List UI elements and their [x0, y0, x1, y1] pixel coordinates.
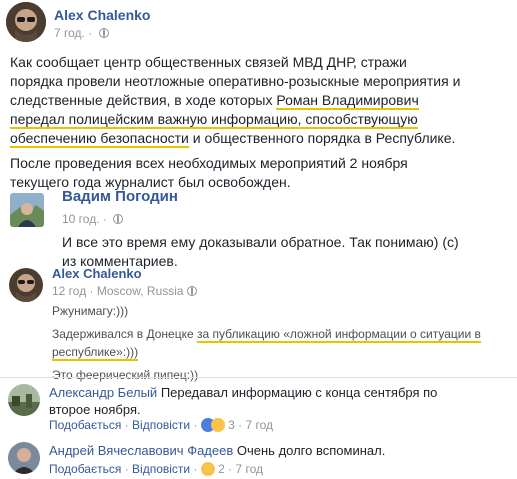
- reply-time[interactable]: 12 год: [52, 284, 86, 298]
- reply-time-row: 12 год · Moscow, Russia: [52, 284, 197, 298]
- post-text-b: и общественного порядка в Республике.: [188, 130, 456, 146]
- profile-photo-icon: [6, 2, 46, 42]
- avatar[interactable]: [9, 268, 43, 302]
- like-link[interactable]: Подобається: [49, 462, 121, 476]
- post-paragraph-2: После проведения всех необходимых меропр…: [10, 155, 408, 190]
- reply-link[interactable]: Відповісти: [132, 462, 190, 476]
- globe-icon: [98, 28, 109, 38]
- profile-photo-icon: [8, 384, 40, 416]
- profile-photo-icon: [8, 442, 40, 474]
- avatar[interactable]: [6, 2, 46, 42]
- globe-icon: [186, 286, 197, 296]
- comment-actions: Подобається · Відповісти · 3 · 7 год: [49, 418, 274, 432]
- reply2-body: Ржунимагу:))) Задерживался в Донецке за …: [52, 302, 492, 384]
- comment-actions: Подобається · Відповісти · 2 · 7 год: [49, 462, 264, 476]
- reply-location: Moscow, Russia: [96, 284, 184, 298]
- reaction-count[interactable]: 3: [228, 418, 235, 432]
- comment-author[interactable]: Александр Белый: [49, 385, 157, 400]
- reply2-line1: Ржунимагу:))): [52, 304, 129, 318]
- comment-author[interactable]: Андрей Вячеславович Фадеев: [49, 443, 233, 458]
- comment-avatar[interactable]: [8, 442, 40, 474]
- haha-reaction-icon[interactable]: [210, 418, 225, 432]
- comment-time[interactable]: 7 год: [236, 462, 264, 476]
- comment-1: Александр Белый Передавал информацию с к…: [49, 384, 479, 418]
- post-author[interactable]: Alex Chalenko: [54, 7, 150, 23]
- profile-photo-icon: [10, 193, 44, 227]
- reply-author[interactable]: Alex Chalenko: [52, 266, 142, 281]
- comment-time[interactable]: 7 год: [246, 418, 274, 432]
- reply-author[interactable]: Вадим Погодин: [62, 188, 178, 205]
- comment-2: Андрей Вячеславович Фадеев Очень долго в…: [49, 442, 479, 459]
- globe-icon: [113, 214, 124, 224]
- reaction-count[interactable]: 2: [218, 462, 225, 476]
- post-paragraph-1: Как сообщает центр общественных связей М…: [10, 53, 462, 148]
- profile-photo-icon: [9, 268, 43, 302]
- reply-link[interactable]: Відповісти: [132, 418, 190, 432]
- reply-time[interactable]: 10 год.: [62, 212, 100, 226]
- reply-time-row: 10 год. ·: [62, 212, 124, 226]
- divider: [0, 377, 517, 378]
- comment-avatar[interactable]: [8, 384, 40, 416]
- post-time-row: 7 год. ·: [54, 26, 109, 40]
- post-body: Как сообщает центр общественных связей М…: [10, 53, 462, 192]
- reply2-text-a: Задерживался в Донецке: [52, 327, 197, 341]
- post-time[interactable]: 7 год.: [54, 26, 85, 40]
- like-link[interactable]: Подобається: [49, 418, 121, 432]
- comment-text: Очень долго вспоминал.: [236, 443, 386, 458]
- reply-avatar-vadim[interactable]: [10, 193, 44, 227]
- reply2-line3: Это феерический пипец:)): [52, 368, 199, 382]
- reply2-line2: Задерживался в Донецке за публикацию «ло…: [52, 325, 492, 361]
- haha-reaction-icon[interactable]: [200, 462, 215, 476]
